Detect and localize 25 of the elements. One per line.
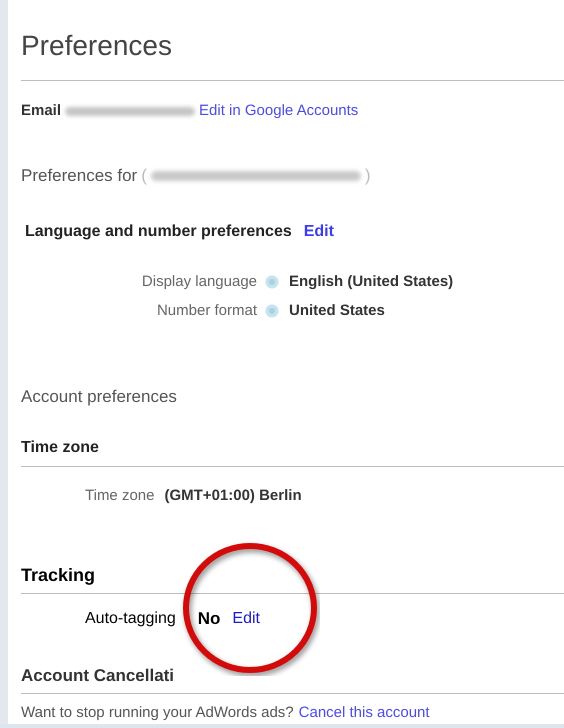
field-value: No [198, 608, 220, 630]
field-value: English (United States) [289, 272, 454, 292]
section-heading: Language and number preferences [25, 222, 292, 242]
page-title: Preferences [21, 29, 173, 60]
section-heading: Account Cancellati [21, 666, 174, 684]
edit-link[interactable]: Edit [232, 606, 260, 630]
edit-link[interactable]: Edit in Google Accounts [199, 100, 358, 122]
field-value: (GMT+01:00) Berlin [164, 486, 302, 506]
help-icon[interactable] [265, 275, 279, 290]
edit-link[interactable]: Edit [304, 220, 334, 244]
field-label: Time zone [85, 486, 154, 506]
cancel-link[interactable]: Cancel this account [298, 702, 430, 724]
section-label: Preferences for [21, 165, 138, 188]
section-label: Account preferences [21, 387, 177, 406]
body-text: Want to stop running your AdWords ads? [21, 702, 294, 722]
field-label: Display language [140, 272, 257, 292]
field-label: Number format [156, 300, 257, 320]
field-label: Auto-tagging [85, 608, 177, 628]
field-value: United States [289, 300, 385, 320]
section-heading: Tracking [21, 564, 96, 584]
parenthesis: ( [141, 165, 147, 188]
help-icon[interactable] [265, 304, 279, 318]
field-label: Email [21, 100, 62, 121]
section-heading: Time zone [21, 439, 99, 456]
parenthesis: ) [364, 165, 371, 188]
